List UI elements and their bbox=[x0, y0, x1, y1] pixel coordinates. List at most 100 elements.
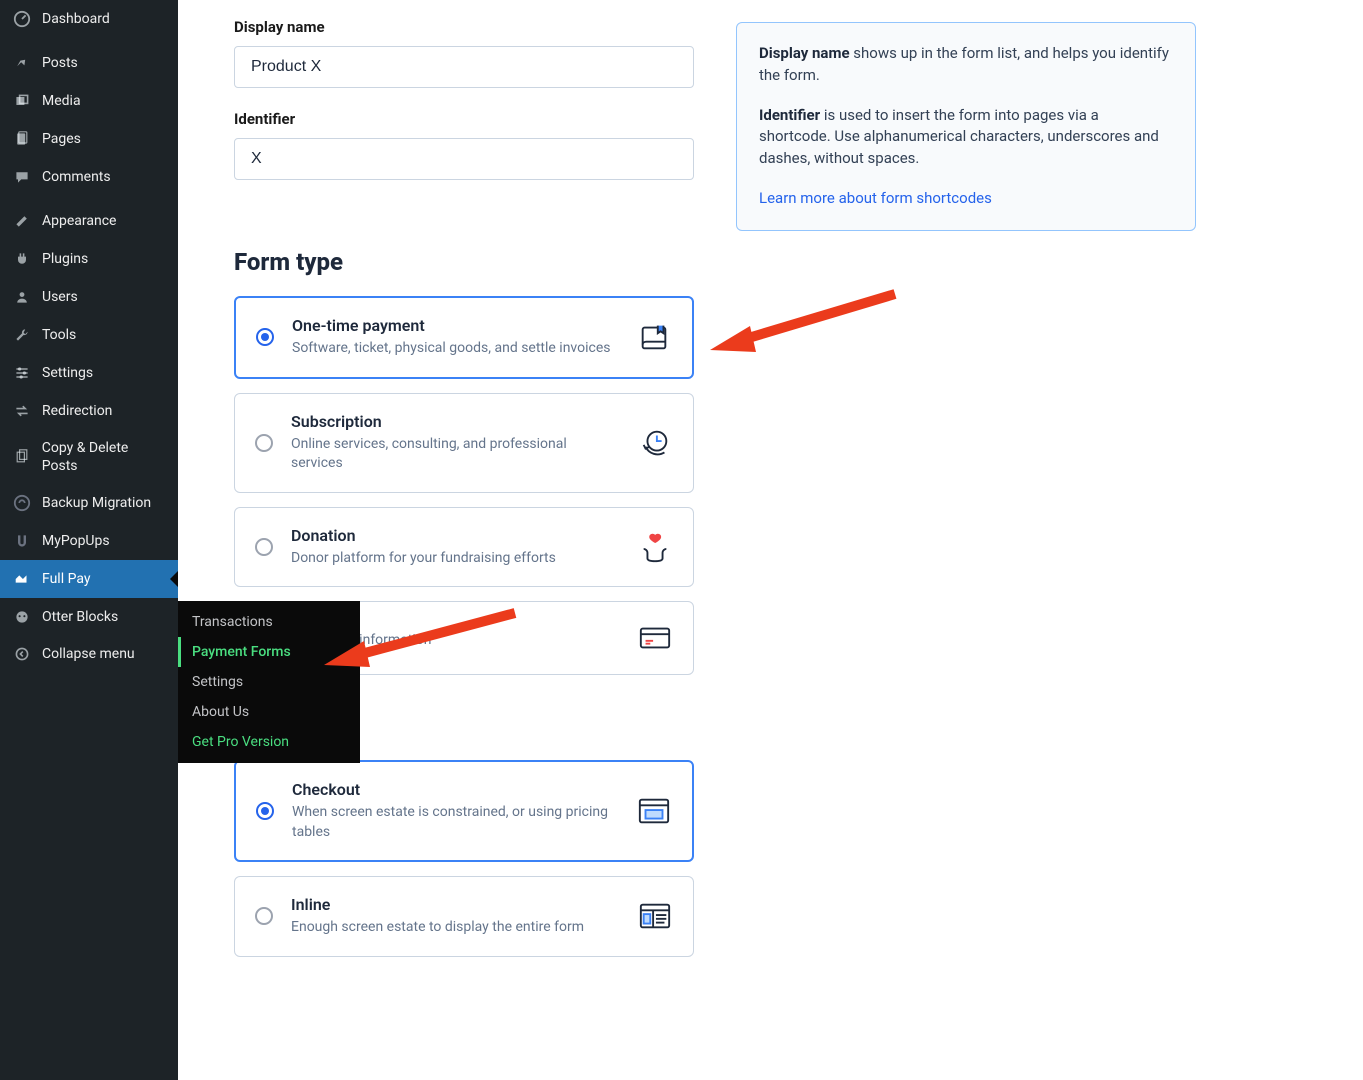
sidebar-item-label: Redirection bbox=[42, 403, 112, 419]
sidebar-item-label: Full Pay bbox=[42, 571, 90, 587]
sidebar-item-label: Media bbox=[42, 93, 81, 109]
sidebar-item-full-pay[interactable]: Full Pay bbox=[0, 560, 178, 598]
display-name-label: Display name bbox=[234, 18, 694, 36]
sidebar-item-label: Tools bbox=[42, 327, 76, 343]
pages-icon bbox=[12, 129, 32, 149]
sliders-icon bbox=[12, 363, 32, 383]
submenu-item-transactions[interactable]: Transactions bbox=[178, 607, 360, 637]
brush-icon bbox=[12, 211, 32, 231]
sidebar-item-backup-migration[interactable]: Backup Migration bbox=[0, 484, 178, 522]
option-onetime[interactable]: One-time payment Software, ticket, physi… bbox=[234, 296, 694, 379]
hands-heart-icon bbox=[637, 529, 673, 565]
swap-icon bbox=[12, 401, 32, 421]
layout-columns-icon bbox=[637, 898, 673, 934]
wrench-icon bbox=[12, 325, 32, 345]
option-desc: When screen estate is constrained, or us… bbox=[292, 803, 618, 842]
dashboard-icon bbox=[12, 9, 32, 29]
clock-recurring-icon bbox=[637, 425, 673, 461]
sidebar-item-label: Plugins bbox=[42, 251, 88, 267]
option-title: One-time payment bbox=[292, 316, 618, 335]
option-title: Inline bbox=[291, 895, 619, 914]
option-body: Donation Donor platform for your fundrai… bbox=[291, 526, 619, 569]
sidebar-item-label: Comments bbox=[42, 169, 111, 185]
sidebar-item-posts[interactable]: Posts bbox=[0, 44, 178, 82]
credit-card-icon bbox=[637, 620, 673, 656]
copy-icon bbox=[12, 447, 32, 467]
option-desc: Enough screen estate to display the enti… bbox=[291, 918, 619, 938]
fullpay-submenu: Transactions Payment Forms Settings Abou… bbox=[178, 601, 360, 763]
info-dn-strong: Display name bbox=[759, 44, 850, 62]
option-donation[interactable]: Donation Donor platform for your fundrai… bbox=[234, 507, 694, 588]
pin-icon bbox=[12, 53, 32, 73]
sidebar-item-redirection[interactable]: Redirection bbox=[0, 392, 178, 430]
user-icon bbox=[12, 287, 32, 307]
sidebar-item-label: Dashboard bbox=[42, 11, 110, 27]
option-body: Checkout When screen estate is constrain… bbox=[292, 780, 618, 842]
info-link-shortcodes[interactable]: Learn more about form shortcodes bbox=[759, 189, 992, 207]
identifier-input[interactable] bbox=[234, 138, 694, 180]
info-identifier-text: Identifier is used to insert the form in… bbox=[759, 105, 1173, 170]
sidebar-item-label: Posts bbox=[42, 55, 78, 71]
plug-icon bbox=[12, 249, 32, 269]
sidebar-item-plugins[interactable]: Plugins bbox=[0, 240, 178, 278]
radio-icon bbox=[255, 538, 273, 556]
radio-icon bbox=[255, 434, 273, 452]
option-desc: Software, ticket, physical goods, and se… bbox=[292, 339, 618, 359]
form-type-heading: Form type bbox=[234, 248, 694, 276]
option-subscription[interactable]: Subscription Online services, consulting… bbox=[234, 393, 694, 493]
sidebar-item-label: Users bbox=[42, 289, 78, 305]
option-checkout[interactable]: Checkout When screen estate is constrain… bbox=[234, 760, 694, 862]
radio-icon bbox=[256, 802, 274, 820]
backup-icon bbox=[12, 493, 32, 513]
book-icon bbox=[636, 319, 672, 355]
identifier-row: Identifier bbox=[234, 110, 694, 180]
sidebar-item-settings[interactable]: Settings bbox=[0, 354, 178, 392]
radio-icon bbox=[255, 907, 273, 925]
option-body: Inline Enough screen estate to display t… bbox=[291, 895, 619, 938]
option-body: One-time payment Software, ticket, physi… bbox=[292, 316, 618, 359]
comments-icon bbox=[12, 167, 32, 187]
sidebar-item-label: MyPopUps bbox=[42, 533, 110, 549]
sidebar-item-label: Otter Blocks bbox=[42, 609, 118, 625]
sidebar-item-dashboard[interactable]: Dashboard bbox=[0, 0, 178, 38]
radio-icon bbox=[256, 328, 274, 346]
sidebar-item-label: Copy & Delete Posts bbox=[42, 439, 166, 475]
sidebar-item-pages[interactable]: Pages bbox=[0, 120, 178, 158]
sidebar-item-comments[interactable]: Comments bbox=[0, 158, 178, 196]
info-id-strong: Identifier bbox=[759, 106, 820, 124]
form-name-section: Display name Identifier bbox=[234, 18, 694, 202]
submenu-item-settings[interactable]: Settings bbox=[178, 667, 360, 697]
sidebar-item-label: Collapse menu bbox=[42, 646, 135, 662]
sidebar-item-users[interactable]: Users bbox=[0, 278, 178, 316]
display-name-input[interactable] bbox=[234, 46, 694, 88]
option-desc: Online services, consulting, and profess… bbox=[291, 435, 619, 474]
sidebar-item-media[interactable]: Media bbox=[0, 82, 178, 120]
info-card: Display name shows up in the form list, … bbox=[736, 22, 1196, 231]
option-inline[interactable]: Inline Enough screen estate to display t… bbox=[234, 876, 694, 957]
sidebar-item-mypopups[interactable]: MyPopUps bbox=[0, 522, 178, 560]
option-body: Subscription Online services, consulting… bbox=[291, 412, 619, 474]
main-content: Display name Identifier Display name sho… bbox=[178, 0, 1363, 1080]
sidebar-item-label: Settings bbox=[42, 365, 93, 381]
info-display-name-text: Display name shows up in the form list, … bbox=[759, 43, 1173, 87]
submenu-item-about[interactable]: About Us bbox=[178, 697, 360, 727]
popup-icon bbox=[12, 531, 32, 551]
submenu-item-pro[interactable]: Get Pro Version bbox=[178, 727, 360, 757]
sidebar-item-copy-delete-posts[interactable]: Copy & Delete Posts bbox=[0, 430, 178, 484]
sidebar-item-otter-blocks[interactable]: Otter Blocks bbox=[0, 598, 178, 636]
sidebar-item-label: Appearance bbox=[42, 213, 116, 229]
media-icon bbox=[12, 91, 32, 111]
admin-sidebar: Dashboard Posts Media Pages Comments App… bbox=[0, 0, 178, 1080]
sidebar-item-tools[interactable]: Tools bbox=[0, 316, 178, 354]
identifier-label: Identifier bbox=[234, 110, 694, 128]
sidebar-collapse[interactable]: Collapse menu bbox=[0, 636, 178, 672]
sidebar-item-label: Backup Migration bbox=[42, 495, 151, 511]
submenu-item-payment-forms[interactable]: Payment Forms bbox=[178, 637, 360, 667]
option-title: Subscription bbox=[291, 412, 619, 431]
option-title: Checkout bbox=[292, 780, 618, 799]
otter-icon bbox=[12, 607, 32, 627]
window-modal-icon bbox=[636, 793, 672, 829]
sidebar-item-appearance[interactable]: Appearance bbox=[0, 202, 178, 240]
collapse-icon bbox=[12, 644, 32, 664]
fullpay-icon bbox=[12, 569, 32, 589]
